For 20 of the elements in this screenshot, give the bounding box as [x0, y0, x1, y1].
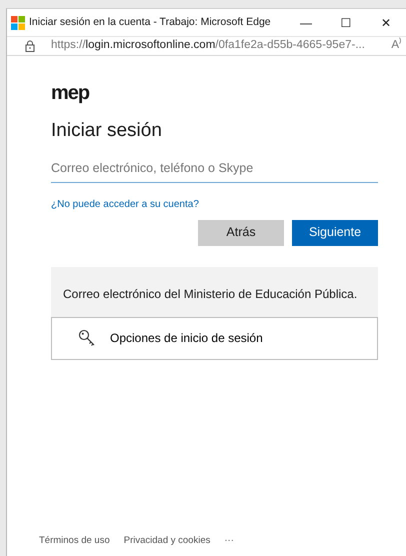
- page-heading: Iniciar sesión: [51, 120, 163, 143]
- windows-logo-icon: [11, 16, 25, 30]
- notice-text: Correo electrónico del Ministerio de Educación Pública.: [51, 266, 378, 317]
- maximize-icon[interactable]: ☐: [326, 14, 366, 32]
- lock-icon: [25, 40, 35, 52]
- back-button[interactable]: Atrás: [198, 220, 284, 246]
- address-bar[interactable]: https://login.microsoftonline.com/0fa1fe2a-d55b-4665-95e7-... A⁾: [7, 36, 406, 56]
- close-icon[interactable]: ✕: [366, 14, 406, 32]
- help-link[interactable]: ¿No puede acceder a su cuenta?: [51, 196, 199, 212]
- signin-options-button[interactable]: Opciones de inicio de sesión: [51, 316, 378, 360]
- read-aloud-icon[interactable]: A⁾: [391, 37, 402, 55]
- more-options-link[interactable]: ···: [224, 534, 234, 548]
- next-button[interactable]: Siguiente: [292, 220, 378, 246]
- footer-link[interactable]: Privacidad y cookies: [124, 534, 210, 548]
- window-title: Iniciar sesión en la cuenta - Trabajo: Microsoft Edge: [29, 14, 272, 30]
- key-icon: [78, 329, 96, 348]
- url-text: https://login.microsoftonline.com/0fa1fe2a-d55b-4665-95e7-...: [51, 38, 366, 54]
- minimize-icon[interactable]: —: [286, 14, 326, 32]
- logo: mep: [51, 84, 90, 102]
- footer-link[interactable]: Términos de uso: [39, 534, 110, 548]
